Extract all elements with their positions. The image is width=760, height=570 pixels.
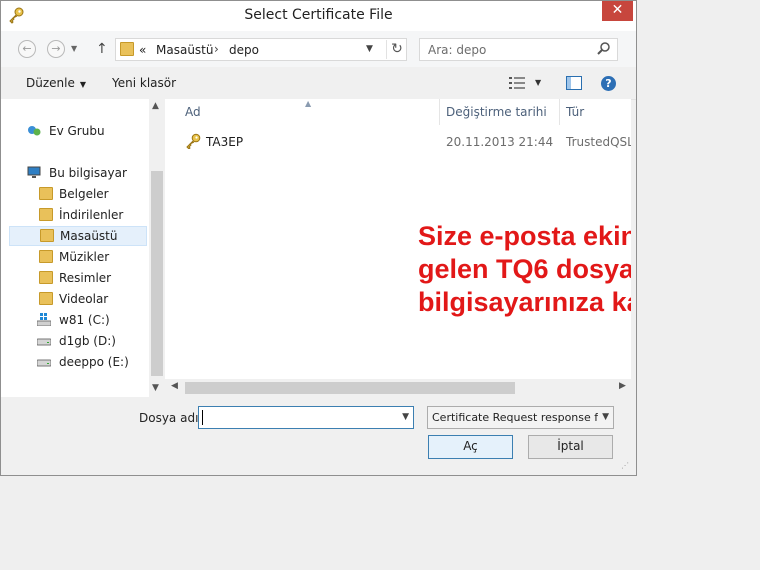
sidebar-item-drive-c[interactable]: w81 (C:)	[9, 310, 147, 330]
scroll-left-icon[interactable]: ◀	[171, 381, 178, 391]
address-segment-desktop[interactable]: Masaüstü	[156, 43, 213, 57]
sidebar-item-homegroup[interactable]: Ev Grubu	[9, 121, 147, 141]
scroll-down-icon[interactable]: ▼	[152, 383, 159, 393]
refresh-button[interactable]: ↻	[386, 40, 407, 59]
search-box[interactable]: Ara: depo	[419, 38, 618, 61]
address-separator-icon[interactable]: ›	[214, 42, 219, 56]
title-bar: Select Certificate File ✕	[1, 1, 636, 31]
annotation-line: bilgisayarınıza kaydedin	[418, 287, 631, 317]
sidebar-item-label: İndirilenler	[59, 208, 124, 222]
sidebar-item-desktop[interactable]: Masaüstü	[9, 226, 147, 246]
sidebar-item-label: Ev Grubu	[49, 124, 105, 138]
cancel-button[interactable]: İptal	[528, 435, 613, 459]
select-certificate-dialog: Select Certificate File ✕ ← → ▼ ↑ « Masa…	[0, 0, 637, 476]
back-button[interactable]: ←	[18, 40, 36, 58]
key-icon	[186, 133, 201, 149]
file-list: ▲ Ad Değiştirme tarihi Tür TA3EP 20.11.2…	[165, 99, 631, 379]
preview-pane-icon[interactable]	[566, 76, 582, 90]
sidebar-item-this-pc[interactable]: Bu bilgisayar	[9, 163, 147, 183]
annotation-line: gelen TQ6 dosyanızı	[418, 254, 631, 284]
scrollbar-thumb[interactable]	[151, 171, 163, 376]
forward-button[interactable]: →	[47, 40, 65, 58]
view-dropdown-icon[interactable]: ▼	[535, 78, 541, 87]
navigation-bar: ← → ▼ ↑ « Masaüstü › depo ▼ ↻ Ara: depo	[1, 31, 636, 67]
chevron-down-icon[interactable]: ▼	[602, 412, 609, 422]
chevron-down-icon: ▼	[79, 80, 87, 89]
sidebar-item-drive-d[interactable]: d1gb (D:)	[9, 331, 147, 351]
videos-folder-icon	[39, 292, 53, 305]
annotation-line: Size e-posta ekinde	[418, 221, 631, 251]
sidebar-item-label: Belgeler	[59, 187, 109, 201]
column-divider[interactable]	[439, 99, 440, 125]
computer-icon	[27, 166, 41, 178]
help-icon[interactable]: ?	[601, 76, 616, 91]
address-segment-depo[interactable]: depo	[229, 43, 259, 57]
folder-icon	[120, 42, 134, 56]
search-icon	[597, 42, 610, 55]
drive-icon	[37, 359, 51, 367]
navigation-pane-scrollbar[interactable]: ▲ ▼	[149, 99, 165, 397]
sidebar-item-videos[interactable]: Videolar	[9, 289, 147, 309]
sidebar-item-documents[interactable]: Belgeler	[9, 184, 147, 204]
sidebar-item-label: Videolar	[59, 292, 109, 306]
scrollbar-thumb[interactable]	[185, 382, 515, 394]
new-folder-button[interactable]: Yeni klasör	[112, 76, 176, 90]
organize-menu[interactable]: Düzenle ▼	[26, 76, 86, 90]
address-overflow[interactable]: «	[139, 43, 146, 57]
desktop-folder-icon	[40, 229, 54, 242]
sidebar-item-downloads[interactable]: İndirilenler	[9, 205, 147, 225]
homegroup-icon	[28, 126, 41, 136]
filename-field[interactable]: ▼	[198, 406, 414, 429]
scroll-right-icon[interactable]: ▶	[619, 381, 626, 391]
file-list-horizontal-scrollbar[interactable]: ◀ ▶	[165, 379, 631, 397]
sidebar-item-label: Müzikler	[59, 250, 110, 264]
file-type: TrustedQSL C	[566, 135, 631, 149]
dialog-footer: Dosya adı: ▼ Certificate Request respons…	[1, 397, 636, 475]
filetype-value: Certificate Request response file	[432, 411, 598, 424]
recent-locations-dropdown-icon[interactable]: ▼	[71, 44, 77, 53]
instruction-annotation: Size e-posta ekinde gelen TQ6 dosyanızı …	[418, 220, 631, 319]
sidebar-item-pictures[interactable]: Resimler	[9, 268, 147, 288]
file-modified: 20.11.2013 21:44	[446, 135, 554, 149]
view-options-icon[interactable]	[509, 77, 525, 89]
column-divider[interactable]	[559, 99, 560, 125]
navigation-pane: Ev Grubu Bu bilgisayar Belgeler İndirile…	[1, 99, 149, 397]
sidebar-item-label: d1gb (D:)	[59, 334, 116, 348]
address-dropdown-icon[interactable]: ▼	[366, 44, 373, 54]
column-header-name[interactable]: Ad	[185, 105, 201, 119]
close-button[interactable]: ✕	[602, 1, 633, 21]
search-input[interactable]: Ara: depo	[428, 43, 486, 57]
sort-ascending-icon: ▲	[305, 99, 312, 108]
sidebar-item-label: w81 (C:)	[59, 313, 110, 327]
window-title: Select Certificate File	[244, 7, 393, 23]
text-cursor	[202, 410, 203, 425]
downloads-folder-icon	[39, 208, 53, 221]
drive-icon	[37, 338, 51, 346]
pictures-folder-icon	[39, 271, 53, 284]
up-button[interactable]: ↑	[96, 41, 108, 57]
sidebar-item-music[interactable]: Müzikler	[9, 247, 147, 267]
filename-dropdown-icon[interactable]: ▼	[402, 412, 409, 422]
resize-grip-icon[interactable]: ⋰	[621, 461, 629, 470]
documents-folder-icon	[39, 187, 53, 200]
sidebar-item-label: Masaüstü	[60, 229, 118, 243]
music-folder-icon	[39, 250, 53, 263]
sidebar-item-label: Bu bilgisayar	[49, 166, 127, 180]
command-toolbar: Düzenle ▼ Yeni klasör ▼ ?	[1, 67, 636, 100]
filetype-select[interactable]: Certificate Request response file ▼	[427, 406, 614, 429]
column-header-type[interactable]: Tür	[566, 105, 584, 119]
sidebar-item-drive-e[interactable]: deeppo (E:)	[9, 352, 147, 372]
file-name[interactable]: TA3EP	[206, 135, 243, 149]
sidebar-item-label: deeppo (E:)	[59, 355, 129, 369]
scroll-up-icon[interactable]: ▲	[152, 101, 159, 111]
organize-label: Düzenle	[26, 76, 75, 90]
open-button[interactable]: Aç	[428, 435, 513, 459]
windows-drive-icon	[37, 313, 51, 326]
address-bar[interactable]: « Masaüstü › depo ▼ ↻	[115, 38, 407, 61]
sidebar-item-label: Resimler	[59, 271, 112, 285]
filename-label: Dosya adı:	[139, 411, 203, 425]
column-header-modified[interactable]: Değiştirme tarihi	[446, 105, 547, 119]
